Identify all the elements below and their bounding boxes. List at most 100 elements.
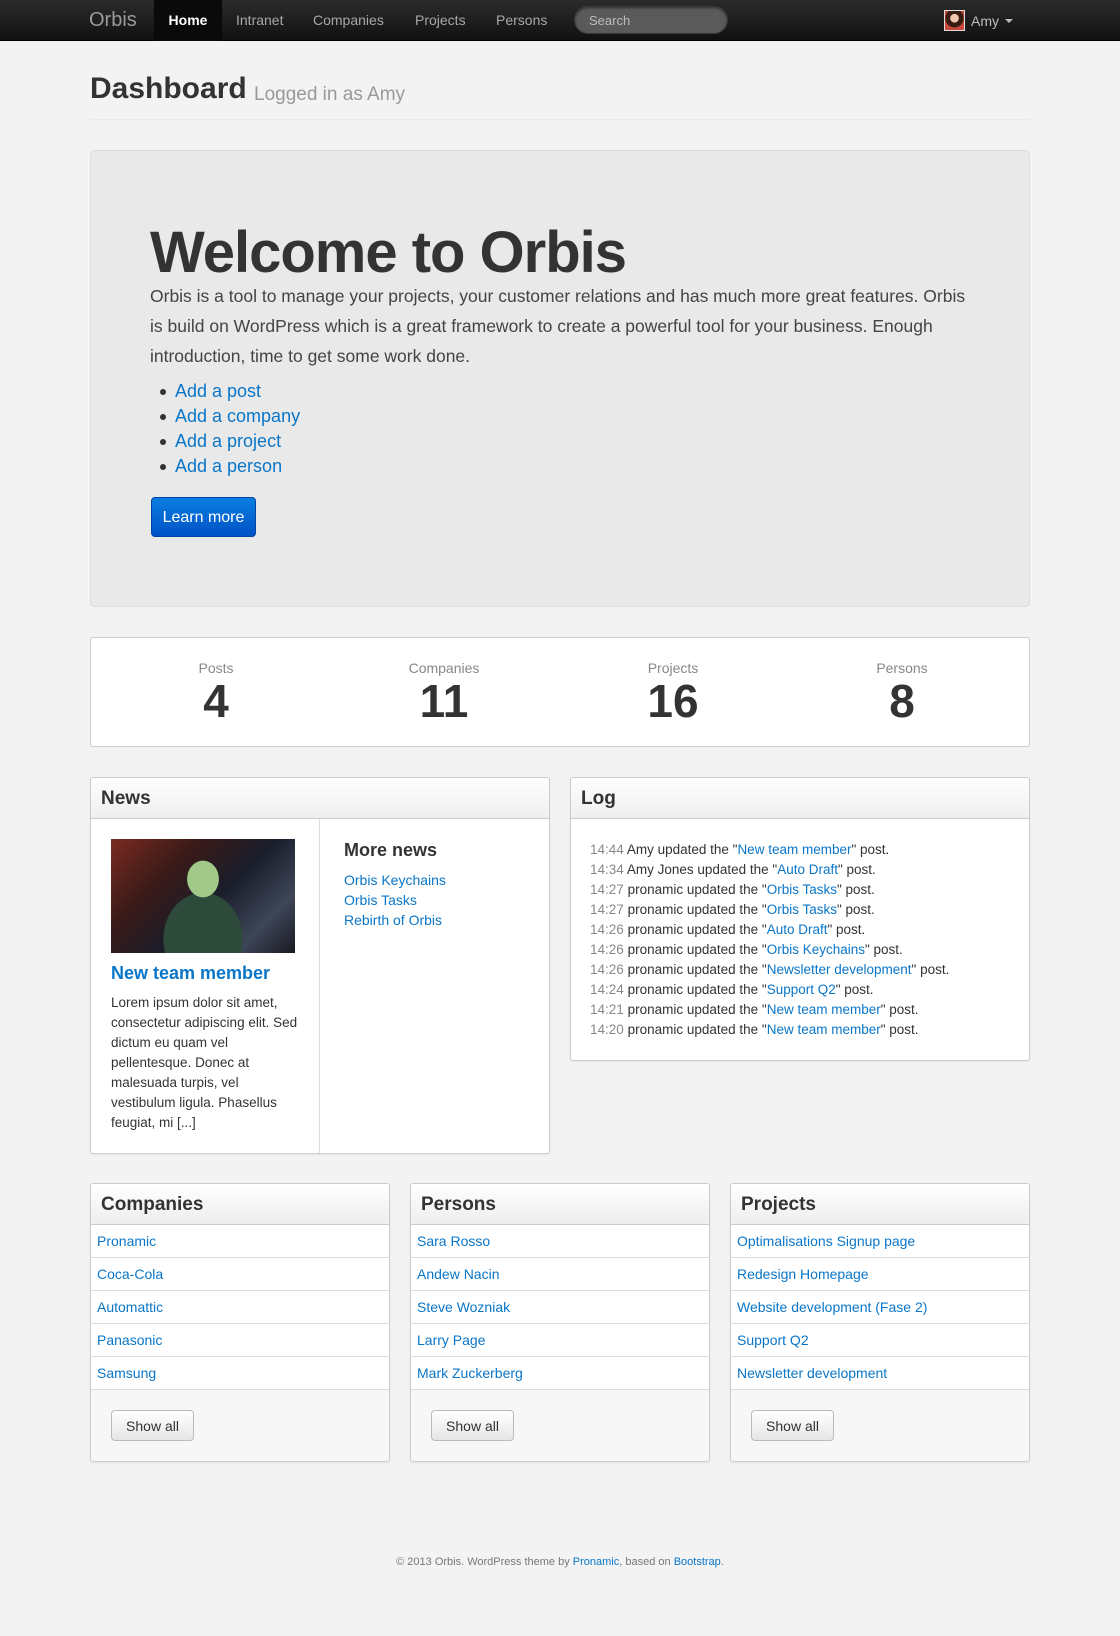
log-time: 14:21 <box>590 1002 624 1017</box>
list-item: Panasonic <box>91 1324 389 1357</box>
stats-panel: Posts 4 Companies 11 Projects 16 Persons… <box>90 637 1030 747</box>
projects-list: Optimalisations Signup page Redesign Hom… <box>731 1225 1029 1390</box>
company-link[interactable]: Samsung <box>97 1365 156 1381</box>
person-link[interactable]: Sara Rosso <box>417 1233 490 1249</box>
log-text: Amy Jones updated the " <box>626 862 778 877</box>
stat-label: Projects <box>647 660 699 676</box>
log-post-link[interactable]: Auto Draft <box>767 922 828 937</box>
persons-list: Sara Rosso Andew Nacin Steve Wozniak Lar… <box>411 1225 709 1390</box>
user-name: Amy <box>971 12 999 29</box>
project-link[interactable]: Support Q2 <box>737 1332 809 1348</box>
person-link[interactable]: Mark Zuckerberg <box>417 1365 523 1381</box>
bootstrap-link[interactable]: Bootstrap <box>674 1556 721 1568</box>
add-project-link[interactable]: Add a project <box>175 431 281 451</box>
learn-more-button[interactable]: Learn more <box>151 497 256 537</box>
log-entry: 14:26 pronamic updated the "Orbis Keycha… <box>590 940 949 960</box>
show-all-companies-button[interactable]: Show all <box>111 1410 194 1441</box>
add-post-link[interactable]: Add a post <box>175 381 261 401</box>
company-link[interactable]: Pronamic <box>97 1233 156 1249</box>
panel-title: Projects <box>731 1184 1029 1225</box>
company-link[interactable]: Panasonic <box>97 1332 162 1348</box>
list-item: Andew Nacin <box>411 1258 709 1291</box>
log-text-after: " post. <box>911 962 950 977</box>
nav-item-projects[interactable]: Projects <box>415 0 466 41</box>
log-entry: 14:27 pronamic updated the "Orbis Tasks"… <box>590 880 949 900</box>
project-link[interactable]: Website development (Fase 2) <box>737 1299 927 1315</box>
log-text: pronamic updated the " <box>627 902 767 917</box>
user-menu[interactable]: Amy <box>944 0 1013 41</box>
hero-title: Welcome to Orbis <box>150 220 627 285</box>
add-person-link[interactable]: Add a person <box>175 456 282 476</box>
companies-panel: Companies Pronamic Coca-Cola Automattic … <box>90 1183 390 1462</box>
project-link[interactable]: Redesign Homepage <box>737 1266 869 1282</box>
list-item: Add a person <box>150 454 300 479</box>
featured-news-title[interactable]: New team member <box>111 963 270 984</box>
log-text: pronamic updated the " <box>627 962 767 977</box>
quick-actions-list: Add a post Add a company Add a project A… <box>150 379 300 479</box>
search-input[interactable] <box>574 6 728 34</box>
panel-title: Companies <box>91 1184 389 1225</box>
log-time: 14:27 <box>590 902 624 917</box>
news-link[interactable]: Rebirth of Orbis <box>344 912 442 928</box>
stat-value: 16 <box>647 675 699 727</box>
stat-projects: Projects 16 <box>593 660 753 726</box>
page-subtitle: Logged in as Amy <box>254 84 406 105</box>
person-link[interactable]: Steve Wozniak <box>417 1299 510 1315</box>
log-post-link[interactable]: New team member <box>767 1002 881 1017</box>
company-link[interactable]: Automattic <box>97 1299 163 1315</box>
stat-value: 11 <box>419 675 469 727</box>
project-link[interactable]: Optimalisations Signup page <box>737 1233 915 1249</box>
log-post-link[interactable]: Newsletter development <box>767 962 912 977</box>
company-link[interactable]: Coca-Cola <box>97 1266 163 1282</box>
add-company-link[interactable]: Add a company <box>175 406 300 426</box>
person-link[interactable]: Andew Nacin <box>417 1266 500 1282</box>
nav-item-persons[interactable]: Persons <box>496 0 547 41</box>
log-post-link[interactable]: New team member <box>767 1022 881 1037</box>
list-item: Sara Rosso <box>411 1225 709 1258</box>
log-post-link[interactable]: New team member <box>737 842 851 857</box>
pronamic-link[interactable]: Pronamic <box>573 1556 619 1568</box>
log-text-after: " post. <box>836 902 875 917</box>
news-excerpt: Lorem ipsum dolor sit amet, consectetur … <box>111 995 298 1130</box>
log-post-link[interactable]: Orbis Keychains <box>767 942 865 957</box>
list-item: Redesign Homepage <box>731 1258 1029 1291</box>
log-post-link[interactable]: Orbis Tasks <box>767 882 837 897</box>
log-time: 14:26 <box>590 962 624 977</box>
panel-footer: Show all <box>91 1390 389 1461</box>
news-thumbnail-image[interactable] <box>111 839 295 953</box>
person-link[interactable]: Larry Page <box>417 1332 485 1348</box>
nav-item-companies[interactable]: Companies <box>313 0 384 41</box>
project-link[interactable]: Newsletter development <box>737 1365 887 1381</box>
log-entry: 14:44 Amy updated the "New team member" … <box>590 840 949 860</box>
header-divider <box>90 119 1030 120</box>
page-title: Dashboard <box>90 72 247 105</box>
log-entry: 14:26 pronamic updated the "Auto Draft" … <box>590 920 949 940</box>
show-all-persons-button[interactable]: Show all <box>431 1410 514 1441</box>
log-text-after: " post. <box>827 922 866 937</box>
companies-list: Pronamic Coca-Cola Automattic Panasonic … <box>91 1225 389 1390</box>
list-item: Support Q2 <box>731 1324 1029 1357</box>
list-item: Newsletter development <box>731 1357 1029 1390</box>
nav-item-home[interactable]: Home <box>154 0 222 41</box>
log-time: 14:26 <box>590 942 624 957</box>
stat-companies: Companies 11 <box>364 660 524 726</box>
panel-footer: Show all <box>411 1390 709 1461</box>
page-footer: © 2013 Orbis. WordPress theme by Pronami… <box>0 1556 1120 1568</box>
stat-persons: Persons 8 <box>822 660 982 726</box>
log-entry: 14:27 pronamic updated the "Orbis Tasks"… <box>590 900 949 920</box>
panel-footer: Show all <box>731 1390 1029 1461</box>
log-time: 14:44 <box>590 842 624 857</box>
log-panel: Log 14:44 Amy updated the "New team memb… <box>570 777 1030 1061</box>
log-post-link[interactable]: Auto Draft <box>777 862 838 877</box>
brand-logo[interactable]: Orbis <box>89 9 137 32</box>
stat-value: 8 <box>889 675 915 727</box>
nav-item-intranet[interactable]: Intranet <box>236 0 283 41</box>
show-all-projects-button[interactable]: Show all <box>751 1410 834 1441</box>
list-item: Larry Page <box>411 1324 709 1357</box>
log-post-link[interactable]: Support Q2 <box>767 982 836 997</box>
news-link[interactable]: Orbis Keychains <box>344 872 446 888</box>
log-post-link[interactable]: Orbis Tasks <box>767 902 837 917</box>
log-time: 14:26 <box>590 922 624 937</box>
news-link[interactable]: Orbis Tasks <box>344 892 417 908</box>
log-text: pronamic updated the " <box>627 882 767 897</box>
